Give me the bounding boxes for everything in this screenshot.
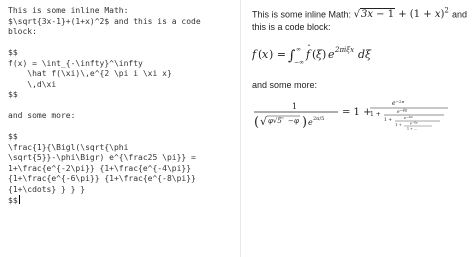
inline-math-intro: This is some inline Math: [252,9,352,20]
svg-text:e−6π: e−6π [404,115,414,120]
svg-text:= 1 +: = 1 + [342,107,371,118]
editor-line[interactable]: \sqrt{5}}-\phi\Bigr) e^{\frac25 \pi}} = [8,153,236,164]
svg-text:): ) [322,48,326,61]
editor-line[interactable]: This is some inline Math: [8,6,236,17]
editor-line[interactable]: $$ [8,195,236,206]
svg-text:1: 1 [292,102,297,111]
editor-line[interactable]: $$ [8,90,236,101]
editor-line[interactable] [8,38,236,49]
svg-text:1 +: 1 + [370,111,381,118]
svg-text:(: ( [254,115,259,130]
editor-line[interactable]: \frac{1}{\Bigl(\sqrt{\phi [8,143,236,154]
svg-text:) =: ) = [269,48,286,61]
editor-line[interactable]: {1+\cdots} } } } [8,185,236,196]
svg-text:1 + ⋯: 1 + ⋯ [407,127,417,131]
editor-line[interactable] [8,122,236,133]
display-equation-1: f ( x ) = ∫ ∞ −∞ f ˆ ( ξ ) e 2πiξx dξ [252,43,468,65]
svg-text:√: √ [260,115,268,128]
preview-paragraph-2: and some more: [252,80,318,91]
svg-text:): ) [302,115,307,130]
preview-paragraph-1: This is some inline Math: √3x − 1 + (1 +… [252,5,468,33]
display-equation-2: 1 ( √ φ√5 − φ ) e 2π/5 = 1 + e−2π 1 + e−… [252,99,468,139]
svg-text:dξ: dξ [358,48,372,61]
editor-line[interactable]: $$ [8,48,236,59]
svg-text:1 +: 1 + [384,117,392,123]
source-editor[interactable]: This is some inline Math: $\sqrt{3x-1}+(1… [0,0,240,257]
svg-text:x: x [262,48,269,61]
inline-math-formula: √3x − 1 + (1 + x)2 [353,7,449,21]
svg-text:φ: φ [294,117,299,125]
svg-text:e−2π: e−2π [392,99,404,107]
svg-text:ˆ: ˆ [307,44,311,53]
editor-line[interactable] [8,101,236,112]
editor-line[interactable]: \hat f(\xi)\,e^{2 \pi i \xi x} [8,69,236,80]
editor-line[interactable]: f(x) = \int_{-\infty}^\infty [8,59,236,70]
markdown-editor-app: This is some inline Math: $\sqrt{3x-1}+(1… [0,0,474,257]
editor-line[interactable]: and some more: [8,111,236,122]
svg-text:∞: ∞ [296,46,301,53]
editor-line[interactable]: $\sqrt{3x-1}+(1+x)^2$ and this is a code [8,17,236,28]
editor-line[interactable]: block: [8,27,236,38]
svg-text:e: e [328,48,335,61]
svg-text:−∞: −∞ [294,59,304,65]
editor-line[interactable]: \,d\xi [8,80,236,91]
text-caret [18,195,20,204]
editor-line[interactable]: {1+\frac{e^{-6\pi}} {1+\frac{e^{-8\pi}} [8,174,236,185]
svg-text:1 +: 1 + [395,122,402,127]
svg-text:e−8π: e−8π [410,121,418,126]
svg-text:2πiξx: 2πiξx [334,46,354,54]
preview-pane: This is some inline Math: √3x − 1 + (1 +… [241,0,474,257]
svg-text:2π/5: 2π/5 [313,116,324,122]
editor-line[interactable]: $$ [8,132,236,143]
editor-line[interactable]: 1+\frac{e^{-2\pi}} {1+\frac{e^{-4\pi}} [8,164,236,175]
